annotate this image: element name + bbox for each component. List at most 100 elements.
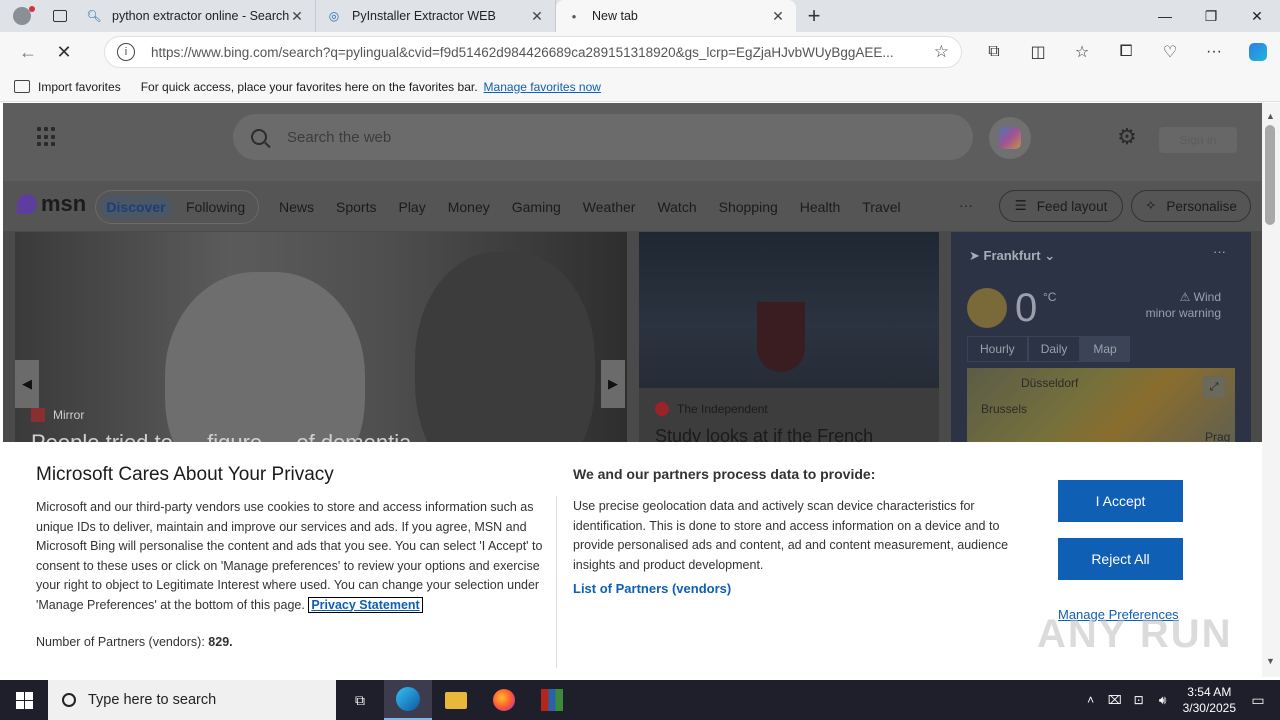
- msn-logo[interactable]: msn: [17, 191, 86, 217]
- stop-loading-button[interactable]: ✕: [46, 34, 82, 70]
- close-tab-icon[interactable]: ✕: [289, 8, 305, 25]
- weather-map[interactable]: Düsseldorf Brussels Prag ⤢: [967, 368, 1235, 452]
- hero-card[interactable]: ◀ ▶ Mirror People tried to … figure … of…: [15, 232, 627, 452]
- close-window-button[interactable]: ✕: [1234, 0, 1280, 32]
- personalise-label: Personalise: [1166, 198, 1237, 214]
- expand-icon[interactable]: ⤢: [1203, 376, 1225, 398]
- category-item[interactable]: Watch: [657, 199, 696, 215]
- taskbar-apps: ⧉: [336, 680, 576, 720]
- weather-tab-daily[interactable]: Daily: [1027, 336, 1081, 362]
- tab-discover[interactable]: Discover: [100, 195, 172, 219]
- weather-more-icon[interactable]: ···: [1213, 244, 1226, 259]
- extensions-icon[interactable]: ⧉: [972, 34, 1016, 70]
- favorites-icon[interactable]: ☆: [1060, 34, 1104, 70]
- tab-pyinstaller[interactable]: ◎ PyInstaller Extractor WEB ✕: [316, 0, 556, 32]
- scroll-up-icon[interactable]: ▲: [1266, 111, 1275, 121]
- import-favorites-button[interactable]: Import favorites: [14, 80, 121, 94]
- winrar-button[interactable]: [528, 680, 576, 720]
- file-explorer-button[interactable]: [432, 680, 480, 720]
- close-tab-icon[interactable]: ✕: [770, 8, 786, 25]
- prev-arrow-icon[interactable]: ◀: [15, 360, 39, 408]
- weather-card[interactable]: ➤ Frankfurt ⌄ ··· 0 °C ⚠ Wind minor warn…: [951, 232, 1251, 452]
- import-favorites-label: Import favorites: [38, 79, 121, 94]
- manage-favorites-link[interactable]: Manage favorites now: [484, 80, 601, 94]
- address-bar[interactable]: i https://www.bing.com/search?q=pylingua…: [104, 36, 962, 68]
- category-list: News Sports Play Money Gaming Weather Wa…: [279, 199, 923, 215]
- category-item[interactable]: Money: [448, 199, 490, 215]
- vendors-list-link[interactable]: List of Partners (vendors): [573, 581, 731, 596]
- weather-tab-hourly[interactable]: Hourly: [967, 336, 1028, 362]
- gear-icon[interactable]: ⚙: [1115, 125, 1139, 149]
- url-text[interactable]: https://www.bing.com/search?q=pylingual&…: [151, 45, 934, 60]
- profile-button[interactable]: [0, 0, 44, 32]
- category-item[interactable]: Gaming: [512, 199, 561, 215]
- weather-location[interactable]: ➤ Frankfurt ⌄: [969, 248, 1055, 264]
- edge-taskbar-button[interactable]: [384, 680, 432, 720]
- tab-search[interactable]: 🔍︎ python extractor online - Search ✕: [76, 0, 316, 32]
- taskbar-search[interactable]: Type here to search: [48, 680, 336, 720]
- close-tab-icon[interactable]: ✕: [529, 8, 545, 25]
- restore-button[interactable]: ❐: [1188, 0, 1234, 32]
- accept-button[interactable]: I Accept: [1058, 480, 1183, 522]
- apps-grid-icon[interactable]: [37, 127, 57, 147]
- start-button[interactable]: [0, 680, 48, 720]
- next-arrow-icon[interactable]: ▶: [601, 360, 625, 408]
- category-item[interactable]: Shopping: [719, 199, 778, 215]
- site-info-icon[interactable]: i: [117, 43, 135, 61]
- scroll-down-icon[interactable]: ▼: [1266, 656, 1275, 666]
- performance-icon[interactable]: ♡: [1148, 34, 1192, 70]
- reject-all-button[interactable]: Reject All: [1058, 538, 1183, 580]
- weather-tab-map[interactable]: Map: [1080, 336, 1130, 362]
- hero-image-secondary: [415, 252, 595, 452]
- category-item[interactable]: Weather: [583, 199, 636, 215]
- privacy-statement-link[interactable]: Privacy Statement: [308, 596, 423, 613]
- copilot-icon[interactable]: [1236, 34, 1280, 70]
- purpose-body: Use precise geolocation data and activel…: [573, 499, 1009, 572]
- partners-label: Number of Partners (vendors):: [36, 635, 205, 649]
- back-button[interactable]: ←: [10, 34, 46, 70]
- category-item[interactable]: Sports: [336, 199, 376, 215]
- scroll-thumb[interactable]: [1265, 125, 1275, 225]
- sign-in-button[interactable]: Sign in: [1159, 127, 1237, 153]
- more-menu-icon[interactable]: ···: [1192, 34, 1236, 70]
- favorites-hint: For quick access, place your favorites h…: [140, 79, 478, 94]
- personalise-button[interactable]: ✧ Personalise: [1131, 190, 1251, 222]
- feed-layout-button[interactable]: ☰ Feed layout: [999, 190, 1123, 222]
- notification-center-icon[interactable]: ▭: [1236, 680, 1280, 720]
- privacy-title: Microsoft Cares About Your Privacy: [36, 464, 334, 485]
- tab-following[interactable]: Following: [186, 199, 245, 215]
- web-search-box[interactable]: Search the web: [233, 114, 973, 160]
- network-icon[interactable]: ⊡: [1127, 693, 1151, 707]
- tab-actions-button[interactable]: [44, 0, 76, 32]
- minimize-button[interactable]: —: [1142, 0, 1188, 32]
- edge-icon: [396, 687, 420, 711]
- task-view-button[interactable]: ⧉: [336, 680, 384, 720]
- notification-dot-icon: [29, 6, 35, 12]
- favorite-star-icon[interactable]: ☆: [934, 42, 949, 62]
- news-card[interactable]: The Independent Study looks at if the Fr…: [639, 232, 939, 452]
- collections-icon[interactable]: ⧠: [1104, 34, 1148, 70]
- firefox-button[interactable]: [480, 680, 528, 720]
- window-controls: — ❐ ✕: [1142, 0, 1280, 32]
- more-categories-icon[interactable]: ···: [959, 197, 973, 213]
- clock[interactable]: 3:54 AM 3/30/2025: [1183, 684, 1236, 716]
- msn-logo-text: msn: [41, 191, 87, 216]
- category-item[interactable]: News: [279, 199, 314, 215]
- volume-icon[interactable]: 🔊︎: [1151, 693, 1175, 708]
- tab-title: python extractor online - Search: [112, 9, 289, 23]
- partners-count: Number of Partners (vendors): 829.: [36, 635, 233, 649]
- news-card-source: The Independent: [655, 402, 768, 416]
- category-item[interactable]: Health: [800, 199, 840, 215]
- category-item[interactable]: Travel: [862, 199, 900, 215]
- hero-source: Mirror: [31, 408, 84, 422]
- chevron-up-icon[interactable]: ˄: [1079, 693, 1103, 707]
- device-icon[interactable]: ⌧: [1103, 693, 1127, 707]
- tab-new[interactable]: ● New tab ✕: [556, 0, 796, 32]
- new-tab-button[interactable]: +: [796, 0, 832, 32]
- tab-actions-icon: [53, 10, 67, 22]
- copilot-button[interactable]: [989, 117, 1031, 159]
- weather-warning[interactable]: ⚠ Wind: [1141, 290, 1221, 304]
- category-item[interactable]: Play: [398, 199, 425, 215]
- page-scrollbar[interactable]: ▲ ▼: [1262, 103, 1280, 677]
- split-screen-icon[interactable]: ◫: [1016, 34, 1060, 70]
